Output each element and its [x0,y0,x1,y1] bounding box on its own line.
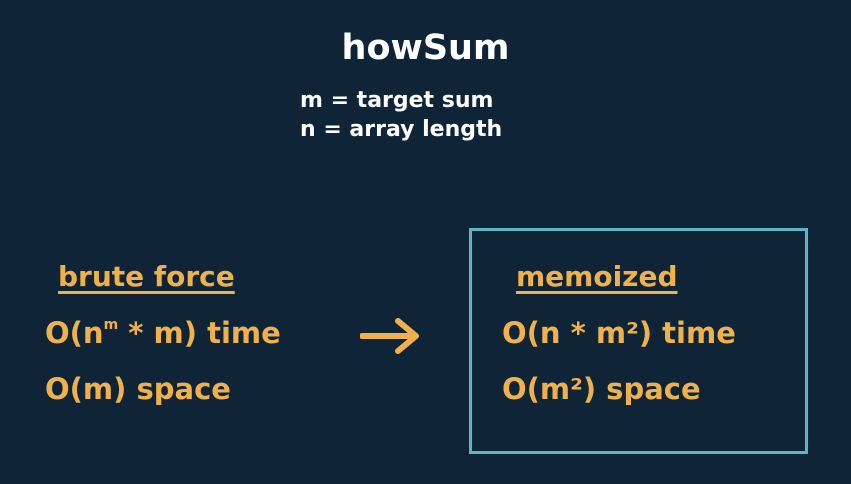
brute-force-time-prefix: O(n [45,316,104,350]
memoized-heading: memoized [516,260,678,293]
slide-title: howSum [341,28,510,68]
definition-n: n = array length [300,117,503,142]
slide: howSum m = target sum n = array length b… [0,0,851,484]
definition-m: m = target sum [300,88,494,113]
brute-force-time-exponent: m [103,317,119,333]
variable-definitions: m = target sum n = array length [300,86,502,144]
memoized-space: O(m²) space [502,372,701,406]
memoized-column: memoized O(n * m²) time O(m²) space [502,258,736,408]
brute-force-time: O(nm * m) time [45,314,281,352]
memoized-time: O(n * m²) time [502,316,736,350]
brute-force-column: brute force O(nm * m) time O(m) space [45,258,281,408]
brute-force-time-suffix: * m) time [118,316,281,350]
brute-force-space: O(m) space [45,372,231,406]
brute-force-heading: brute force [58,260,235,293]
right-arrow-icon [360,318,419,354]
